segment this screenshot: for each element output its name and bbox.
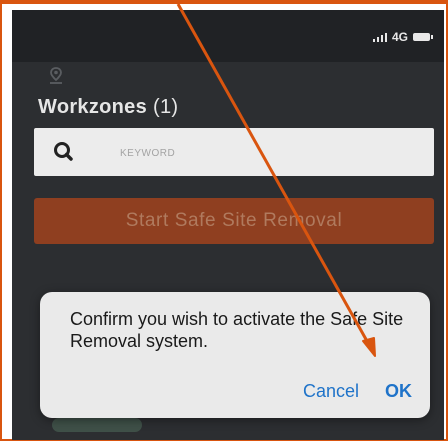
phone-screen: 4G Workzones(1) Start Safe Site Removal … bbox=[12, 10, 444, 440]
status-bar: 4G bbox=[12, 10, 444, 62]
page-title-text: Workzones bbox=[38, 96, 148, 118]
location-pin-icon bbox=[50, 67, 62, 84]
network-type: 4G bbox=[391, 30, 408, 44]
screenshot-frame: 4G Workzones(1) Start Safe Site Removal … bbox=[0, 0, 448, 441]
obscured-button bbox=[52, 418, 142, 432]
workzone-count: (1) bbox=[153, 96, 179, 118]
ok-button[interactable]: OK bbox=[385, 381, 412, 402]
cancel-button[interactable]: Cancel bbox=[303, 381, 359, 402]
signal-icon bbox=[372, 32, 387, 42]
page-title: Workzones (1) bbox=[38, 96, 178, 119]
battery-icon bbox=[413, 33, 433, 41]
status-icons: 4G bbox=[372, 30, 433, 44]
search-bar[interactable] bbox=[34, 128, 444, 176]
dialog-actions: Cancel OK bbox=[303, 381, 412, 402]
search-input[interactable] bbox=[94, 134, 444, 172]
dialog-message: Confirm you wish to activate the Safe Si… bbox=[70, 309, 404, 351]
confirm-dialog: Confirm you wish to activate the Safe Si… bbox=[40, 292, 430, 418]
start-safe-site-removal-button[interactable]: Start Safe Site Removal bbox=[34, 198, 434, 244]
search-icon[interactable] bbox=[40, 132, 88, 172]
